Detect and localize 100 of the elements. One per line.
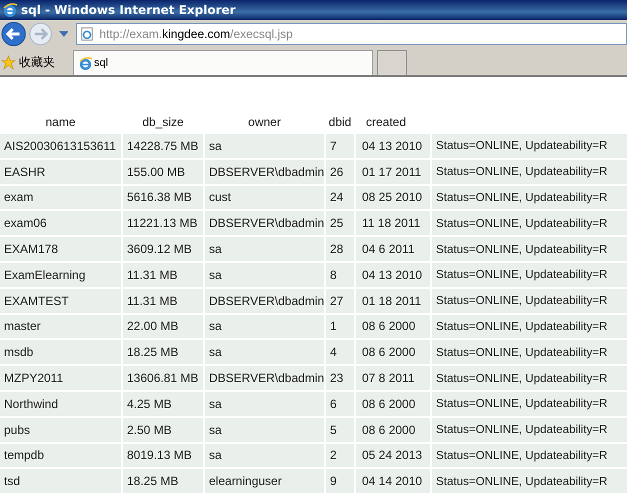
table-cell: 23 [326,366,354,390]
table-cell: 7 [326,134,354,158]
column-header: name [44,114,77,131]
table-cell: sa [205,418,324,442]
window-title: sql - Windows Internet Explorer [21,3,236,17]
table-cell: sa [205,340,324,364]
column-header: db_size [141,114,185,131]
table-cell: 28 [326,237,354,261]
address-field[interactable]: http://exam.kingdee.com/execsql.jsp [76,23,627,45]
table-cell: sa [205,237,324,261]
table-cell: 11.31 MB [123,262,203,287]
table-cell: 6 [326,392,354,416]
table-cell: 04 13 2010 [356,134,430,158]
table-cell: msdb [0,340,121,364]
table-cell: 18.25 MB [123,340,203,364]
table-cell: DBSERVER\dbadmin [205,288,324,313]
table-cell: pubs [0,418,121,442]
column-header: dbid [328,114,352,131]
table-cell: 9 [326,469,354,494]
table-cell: cust [205,186,324,210]
table-cell: sa [205,134,324,158]
table-cell: 27 [326,288,354,313]
table-cell: Status=ONLINE, Updateability=R [432,262,627,287]
table-cell: 5616.38 MB [123,186,203,210]
table-cell: EXAM178 [0,237,121,261]
table-cell: 11.31 MB [123,288,203,313]
table-cell: Status=ONLINE, Updateability=R [432,444,627,468]
table-cell: Status=ONLINE, Updateability=R [432,392,627,416]
table-cell: 08 6 2000 [356,392,430,416]
table-cell: 2 [326,444,354,468]
table-cell: 8019.13 MB [123,444,203,468]
table-cell: Status=ONLINE, Updateability=R [432,340,627,364]
table-cell: tempdb [0,444,121,468]
browser-logo-icon [78,56,93,70]
favorites-button[interactable]: 收藏夹 [19,54,55,70]
table-cell: Status=ONLINE, Updateability=R [432,288,627,313]
table-cell: elearninguser [205,469,324,494]
table-cell: exam [0,186,121,210]
table-cell: EXAMTEST [0,288,121,313]
table-cell: 11 18 2011 [356,211,430,236]
table-cell: 1 [326,314,354,338]
table-cell: Status=ONLINE, Updateability=R [432,418,627,442]
table-cell: 04 6 2011 [356,237,430,261]
table-cell: 22.00 MB [123,314,203,338]
table-cell: 24 [326,186,354,210]
table-cell: 05 24 2013 [356,444,430,468]
table-cell: tsd [0,469,121,494]
table-cell: 04 13 2010 [356,262,430,287]
table-cell: 26 [326,160,354,184]
table-cell: 3609.12 MB [123,237,203,261]
table-cell: DBSERVER\dbadmin [205,211,324,236]
table-cell: 01 17 2011 [356,160,430,184]
table-cell: 13606.81 MB [123,366,203,390]
table-cell: Status=ONLINE, Updateability=R [432,160,627,184]
table-cell: 14228.75 MB [123,134,203,158]
table-cell: Status=ONLINE, Updateability=R [432,366,627,390]
table-cell: 08 6 2000 [356,340,430,364]
table-cell: Status=ONLINE, Updateability=R [432,211,627,236]
table-cell: 155.00 MB [123,160,203,184]
new-tab-button[interactable] [377,50,407,75]
table-cell: 11221.13 MB [123,211,203,236]
table-cell: 5 [326,418,354,442]
table-cell: DBSERVER\dbadmin [205,160,324,184]
table-cell: 18.25 MB [123,469,203,494]
table-cell: sa [205,444,324,468]
star-icon [1,54,16,70]
table-cell: sa [205,392,324,416]
table-cell: Northwind [0,392,121,416]
table-cell: MZPY2011 [0,366,121,390]
browser-logo-icon [2,2,18,18]
table-cell: EASHR [0,160,121,184]
back-button[interactable] [1,21,26,47]
table-cell: DBSERVER\dbadmin [205,366,324,390]
table-cell: Status=ONLINE, Updateability=R [432,134,627,158]
page-icon [80,27,94,41]
table-cell: 25 [326,211,354,236]
table-cell: Status=ONLINE, Updateability=R [432,469,627,494]
table-cell: exam06 [0,211,121,236]
column-header: created [365,114,408,131]
table-cell: 8 [326,262,354,287]
table-cell: 07 8 2011 [356,366,430,390]
table-cell: Status=ONLINE, Updateability=R [432,314,627,338]
table-cell: sa [205,314,324,338]
table-cell: master [0,314,121,338]
table-cell: 08 25 2010 [356,186,430,210]
table-cell: Status=ONLINE, Updateability=R [432,186,627,210]
table-cell: Status=ONLINE, Updateability=R [432,237,627,261]
table-cell: AIS20030613153611 [0,134,121,158]
table-cell: ExamElearning [0,262,121,287]
table-cell: 01 18 2011 [356,288,430,313]
table-cell: 04 14 2010 [356,469,430,494]
table-cell: 08 6 2000 [356,314,430,338]
browser-tab[interactable]: sql [73,50,373,75]
table-cell: 2.50 MB [123,418,203,442]
table-cell: 4 [326,340,354,364]
table-cell: 08 6 2000 [356,418,430,442]
column-header: owner [247,114,282,131]
dropdown-caret-icon[interactable] [58,31,68,37]
table-cell: 4.25 MB [123,392,203,416]
table-cell: sa [205,262,324,287]
